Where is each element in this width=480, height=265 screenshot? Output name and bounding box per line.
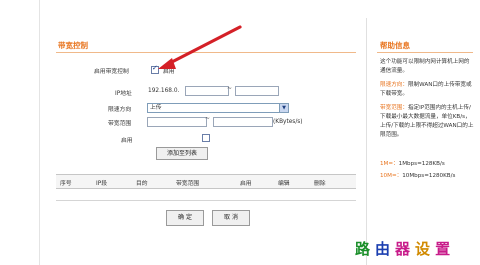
watermark-char-1: 路 xyxy=(355,240,376,258)
watermark: 路由器设置 xyxy=(355,238,455,259)
annotation-arrow xyxy=(158,25,242,69)
watermark-char-3: 器 xyxy=(395,240,416,258)
watermark-char-5: 置 xyxy=(435,240,456,258)
watermark-char-2: 由 xyxy=(375,240,396,258)
watermark-char-4: 设 xyxy=(415,240,436,258)
